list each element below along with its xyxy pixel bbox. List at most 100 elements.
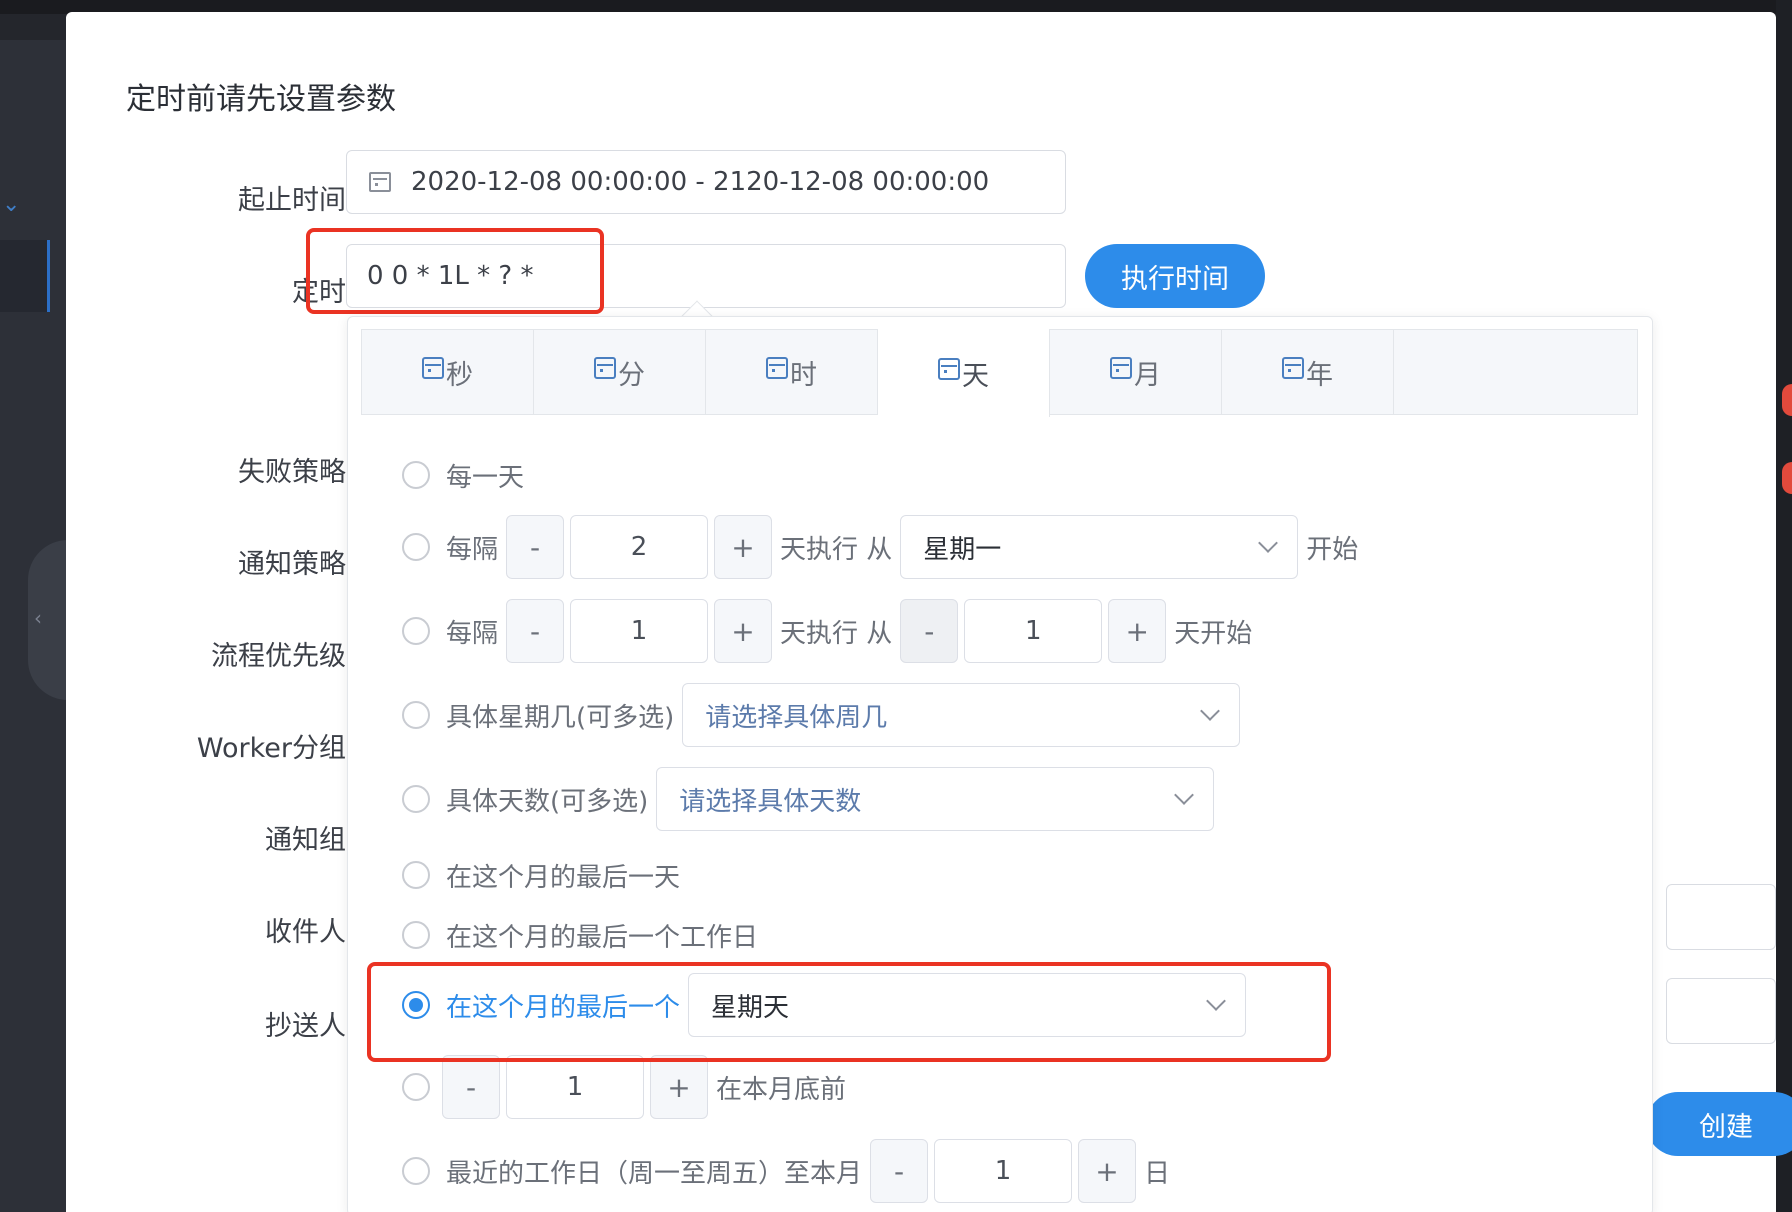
option-label: 日: [1144, 1158, 1171, 1189]
notify-group-label: 通知组: [265, 825, 346, 856]
tab-minute[interactable]: 分: [534, 329, 706, 415]
option-label: 每隔: [446, 534, 499, 565]
tab-month[interactable]: 月: [1050, 329, 1222, 415]
radio-last-day[interactable]: [402, 861, 430, 889]
highlight-box-last-weekday: [367, 962, 1331, 1062]
increment-button[interactable]: +: [650, 1055, 708, 1119]
option-label: 最近的工作日（周一至周五）至本月: [446, 1158, 863, 1189]
tab-label: 年: [1306, 359, 1333, 391]
status-dot: [1782, 462, 1792, 494]
calendar-icon: [938, 358, 960, 380]
weekday-multiselect[interactable]: 请选择具体周几: [682, 683, 1241, 747]
radio-nearest-workday[interactable]: [402, 1157, 430, 1185]
option-label: 天执行 从: [780, 534, 893, 565]
recipient-label: 收件人: [265, 917, 346, 948]
option-interval-weekday[interactable]: 每隔 - 2 + 天执行 从 星期一 开始: [402, 515, 1366, 579]
increment-button[interactable]: +: [714, 515, 773, 579]
date-range-value: 2020-12-08 00:00:00 - 2120-12-08 00:00:0…: [411, 167, 990, 197]
select-value: 星期一: [923, 534, 1002, 565]
radio-interval-day[interactable]: [402, 617, 430, 645]
radio-before-month-end[interactable]: [402, 1073, 430, 1101]
option-last-workday[interactable]: 在这个月的最后一个工作日: [402, 915, 758, 955]
interval-input[interactable]: 2: [570, 515, 709, 579]
radio-interval-weekday[interactable]: [402, 533, 430, 561]
radio-specific-day[interactable]: [402, 785, 430, 813]
chevron-down-icon: [1200, 701, 1221, 721]
option-label: 具体天数(可多选): [446, 786, 649, 817]
failure-strategy-label: 失败策略: [238, 457, 346, 488]
option-before-month-end[interactable]: - 1 + 在本月底前: [402, 1055, 854, 1119]
radio-specific-weekday[interactable]: [402, 701, 430, 729]
select-placeholder: 请选择具体周几: [705, 702, 888, 733]
interval-stepper: - 2 +: [506, 515, 773, 579]
tab-hour[interactable]: 时: [706, 329, 878, 415]
create-button[interactable]: 创建: [1646, 1092, 1792, 1156]
calendar-icon: [1110, 357, 1132, 379]
status-dot: [1782, 384, 1792, 416]
execution-time-button[interactable]: 执行时间: [1085, 244, 1265, 308]
tab-label: 月: [1134, 359, 1161, 391]
decrement-button[interactable]: -: [870, 1139, 929, 1203]
start-day-input[interactable]: 1: [964, 599, 1103, 663]
option-specific-day[interactable]: 具体天数(可多选) 请选择具体天数: [402, 767, 1215, 831]
radio-last-workday[interactable]: [402, 921, 430, 949]
tab-label: 分: [618, 359, 645, 391]
chevron-left-icon[interactable]: ‹: [34, 606, 42, 630]
date-range-label: 起止时间: [238, 185, 346, 216]
calendar-icon: [1282, 357, 1304, 379]
option-every-day[interactable]: 每一天: [402, 455, 524, 495]
select-placeholder: 请选择具体天数: [679, 786, 862, 817]
option-label: 开始: [1306, 534, 1359, 565]
interval-input[interactable]: 1: [570, 599, 709, 663]
timer-label: 定时: [292, 277, 346, 308]
nearest-workday-input[interactable]: 1: [934, 1139, 1073, 1203]
chevron-down-icon[interactable]: ⌄: [2, 192, 20, 217]
option-interval-day[interactable]: 每隔 - 1 + 天执行 从 - 1 + 天开始: [402, 599, 1260, 663]
increment-button[interactable]: +: [1108, 599, 1167, 663]
option-label: 在这个月的最后一个工作日: [446, 922, 759, 953]
option-specific-weekday[interactable]: 具体星期几(可多选) 请选择具体周几: [402, 683, 1241, 747]
increment-button[interactable]: +: [714, 599, 773, 663]
option-last-day[interactable]: 在这个月的最后一天: [402, 855, 680, 895]
before-end-input[interactable]: 1: [506, 1055, 644, 1119]
start-day-stepper: - 1 +: [900, 599, 1167, 663]
recipient-input[interactable]: [1666, 884, 1776, 950]
radio-every-day[interactable]: [402, 461, 430, 489]
option-label: 天执行 从: [780, 618, 893, 649]
calendar-icon: [422, 357, 444, 379]
cc-input[interactable]: [1666, 978, 1776, 1044]
tab-label: 时: [790, 359, 817, 391]
tab-year[interactable]: 年: [1222, 329, 1394, 415]
tab-label: 天: [962, 360, 989, 392]
day-multiselect[interactable]: 请选择具体天数: [656, 767, 1215, 831]
option-label: 在这个月的最后一天: [446, 862, 681, 893]
cron-editor-popover: 秒 分 时 天 月 年 每一天 每隔 - 2 + 天执行 从 星期一 开始 每隔…: [347, 316, 1653, 1212]
tab-day[interactable]: 天: [878, 329, 1050, 417]
app-right-edge: [1776, 0, 1792, 1212]
calendar-icon: [594, 357, 616, 379]
decrement-button[interactable]: -: [442, 1055, 500, 1119]
tab-label: 秒: [446, 359, 473, 391]
option-label: 具体星期几(可多选): [446, 702, 675, 733]
priority-label: 流程优先级: [211, 641, 346, 672]
chevron-down-icon: [1174, 785, 1195, 805]
tab-second[interactable]: 秒: [362, 329, 534, 415]
decrement-button[interactable]: -: [506, 515, 565, 579]
chevron-down-icon: [1258, 533, 1279, 553]
increment-button[interactable]: +: [1078, 1139, 1137, 1203]
calendar-icon: [369, 172, 391, 192]
decrement-button[interactable]: -: [506, 599, 565, 663]
calendar-icon: [766, 357, 788, 379]
cc-label: 抄送人: [265, 1011, 346, 1042]
option-nearest-workday[interactable]: 最近的工作日（周一至周五）至本月 - 1 + 日: [402, 1139, 1178, 1203]
date-range-input[interactable]: 2020-12-08 00:00:00 - 2120-12-08 00:00:0…: [346, 150, 1066, 214]
worker-group-label: Worker分组: [196, 733, 346, 764]
interval-stepper: - 1 +: [506, 599, 773, 663]
sidebar-active-item[interactable]: [0, 240, 50, 312]
option-label: 在本月底前: [716, 1074, 847, 1105]
start-weekday-select[interactable]: 星期一: [900, 515, 1299, 579]
option-label: 每一天: [446, 462, 525, 493]
highlight-box-cron: [306, 228, 604, 314]
decrement-button[interactable]: -: [900, 599, 959, 663]
nearest-workday-stepper: - 1 +: [870, 1139, 1137, 1203]
